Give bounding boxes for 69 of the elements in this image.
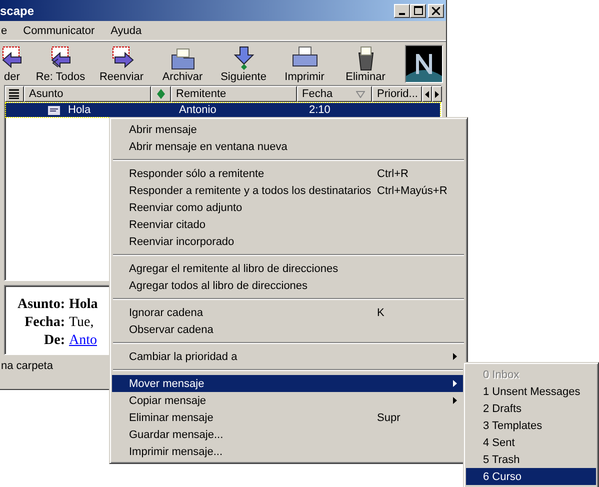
- menu-item[interactable]: Agregar todos al libro de direcciones: [112, 277, 465, 294]
- menu-item[interactable]: Observar cadena: [112, 321, 465, 338]
- menu-item[interactable]: Agregar el remitente al libro de direcciones: [112, 260, 465, 277]
- header-value: Hola: [69, 296, 98, 314]
- menu-item[interactable]: Reenviar citado: [112, 216, 465, 233]
- scroll-right-button[interactable]: [432, 86, 442, 102]
- menu-item[interactable]: Abrir mensaje: [112, 121, 465, 138]
- message-icon: [48, 106, 60, 114]
- message-subject: Hola: [68, 104, 91, 116]
- menu-bar-item[interactable]: e: [0, 24, 8, 36]
- message-date: 2:10: [308, 104, 332, 116]
- submenu-arrow-icon: [453, 353, 457, 360]
- header-label: De:: [43, 332, 65, 350]
- menu-icon: [9, 89, 19, 99]
- menu-item[interactable]: 3 Templates: [466, 417, 596, 434]
- sender-link[interactable]: Anto: [69, 332, 97, 350]
- menu-item[interactable]: Mover mensaje: [112, 375, 465, 392]
- menu-item[interactable]: Cambiar la prioridad a: [112, 348, 465, 365]
- maximize-icon: [414, 6, 422, 15]
- diamond-icon: [157, 89, 165, 99]
- column-picker-button[interactable]: [5, 86, 24, 102]
- header-label: Asunto:: [16, 296, 65, 314]
- right-arrow-icon: [435, 90, 439, 98]
- toolbar-button[interactable]: Reenviar: [94, 44, 149, 82]
- toolbar-button[interactable]: der: [0, 44, 27, 82]
- scroll-left-button[interactable]: [422, 86, 432, 102]
- menu-item[interactable]: Responder sólo a remitente Ctrl+R: [112, 165, 465, 182]
- menu-item[interactable]: 6 Curso: [466, 468, 596, 485]
- submenu-arrow-icon: [453, 397, 457, 404]
- submenu-arrow-icon: [453, 380, 457, 387]
- maximize-button[interactable]: [410, 4, 426, 18]
- column-header[interactable]: Priorid...: [372, 86, 422, 102]
- window-title: scape: [0, 4, 34, 18]
- toolbar-button[interactable]: Imprimir: [277, 44, 332, 82]
- header-value: Tue,: [69, 314, 94, 332]
- logo-icon: [405, 44, 443, 82]
- flag-column-header[interactable]: [151, 86, 171, 102]
- toolbar-button[interactable]: Re: Todos: [33, 44, 88, 82]
- minimize-icon: [399, 12, 405, 14]
- menu-item[interactable]: Abrir mensaje en ventana nueva: [112, 138, 465, 155]
- menu-item[interactable]: 4 Sent: [466, 434, 596, 451]
- minimize-button[interactable]: [394, 4, 410, 18]
- menu-item[interactable]: Copiar mensaje: [112, 392, 465, 409]
- message-sender: Antonio: [178, 104, 218, 116]
- toolbar-button[interactable]: Siguiente: [216, 44, 271, 82]
- menu-item[interactable]: Reenviar incorporado: [112, 233, 465, 250]
- toolbar-button[interactable]: Archivar: [155, 44, 210, 82]
- status-text: na carpeta: [1, 360, 53, 372]
- toolbar-button[interactable]: Eliminar: [338, 44, 393, 82]
- menu-item[interactable]: Eliminar mensaje Supr: [112, 409, 465, 426]
- column-header[interactable]: Remitente: [171, 86, 297, 102]
- menu-item[interactable]: 1 Unsent Messages: [466, 383, 596, 400]
- menu-item[interactable]: Reenviar como adjunto: [112, 199, 465, 216]
- menu-item[interactable]: Ignorar cadena K: [112, 304, 465, 321]
- menu-item[interactable]: 5 Trash: [466, 451, 596, 468]
- menu-item[interactable]: 2 Drafts: [466, 400, 596, 417]
- left-arrow-icon: [425, 90, 429, 98]
- column-header[interactable]: Asunto: [24, 86, 151, 102]
- menu-bar-item[interactable]: Communicator: [22, 24, 96, 36]
- menu-item[interactable]: Guardar mensaje...: [112, 426, 465, 443]
- close-button[interactable]: [428, 4, 444, 18]
- message-row[interactable]: Hola Antonio 2:10: [6, 103, 440, 117]
- column-header[interactable]: Fecha: [297, 86, 372, 102]
- header-label: Fecha:: [24, 314, 65, 332]
- menu-item[interactable]: Responder a remitente y a todos los destinatarios Ctrl+Mayús+R: [112, 182, 465, 199]
- menu-item[interactable]: Imprimir mensaje...: [112, 443, 465, 460]
- menu-bar-item[interactable]: Ayuda: [110, 24, 143, 36]
- close-icon: [432, 6, 440, 14]
- sort-icon: [356, 90, 365, 98]
